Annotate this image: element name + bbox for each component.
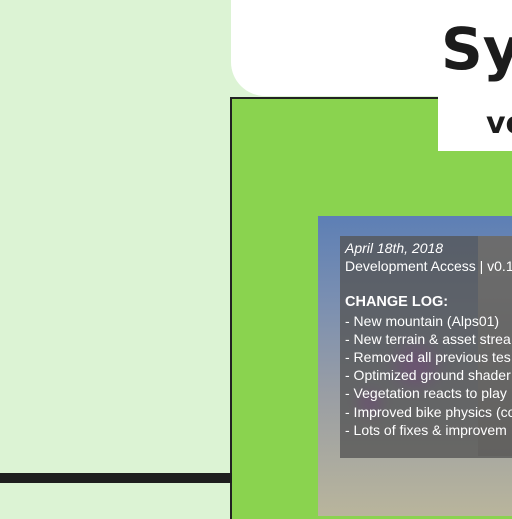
changelog-item: - Vegetation reacts to play [345, 385, 507, 402]
changelog-item: - New mountain (Alps01) [345, 312, 500, 329]
changelog-item: - Removed all previous tes [345, 349, 511, 366]
changelog-item: - Lots of fixes & improvem [345, 421, 507, 438]
changelog-overlay: April 18th, 2018 Development Access | v0… [340, 236, 512, 458]
changelog-date: April 18th, 2018 [345, 240, 444, 256]
changelog-list: - New mountain (Alps01) - New terrain & … [345, 312, 512, 439]
changelog-item: - Optimized ground shader [345, 367, 511, 384]
changelog-item: - Improved bike physics (co [345, 403, 512, 420]
divider [0, 473, 232, 483]
version-label: ve [486, 106, 512, 141]
changelog-heading: CHANGE LOG: [345, 294, 449, 311]
changelog-item: - New terrain & asset strea [345, 330, 511, 347]
changelog-build: Development Access | v0.1 [345, 258, 512, 275]
page-title: Sy [441, 15, 512, 83]
